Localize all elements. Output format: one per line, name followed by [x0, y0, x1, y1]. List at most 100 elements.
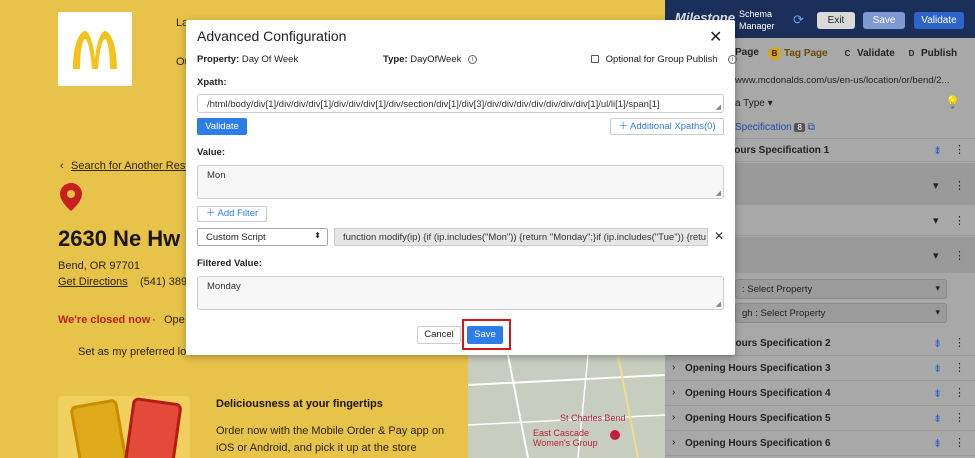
- validate-xpath-button[interactable]: Validate: [197, 118, 247, 135]
- more-options-icon[interactable]: ⋮: [954, 336, 965, 349]
- filtered-value-textarea[interactable]: Monday ◢: [197, 276, 724, 310]
- xpath-label: Xpath:: [197, 77, 227, 88]
- resize-handle-icon[interactable]: ◢: [716, 300, 721, 308]
- value-textarea[interactable]: Mon ◢: [197, 165, 724, 199]
- tab-page[interactable]: Page: [735, 47, 759, 58]
- add-item-icon[interactable]: ⇟: [933, 437, 942, 450]
- spec-row-label: Opening Hours Specification 5: [685, 413, 831, 424]
- exit-button[interactable]: Exit: [817, 12, 855, 29]
- remove-filter-icon[interactable]: ✕: [714, 229, 724, 243]
- select-property-dropdown[interactable]: : Select Property: [735, 279, 947, 299]
- brand-subtitle-line: Schema: [739, 9, 773, 19]
- spec-row[interactable]: › Opening Hours Specification 4 ⇟ ⋮: [665, 382, 975, 406]
- open-hours-text[interactable]: Ope: [164, 314, 185, 326]
- specification-tab[interactable]: Specification 8 ⧉: [735, 122, 815, 133]
- refresh-icon[interactable]: ⟳: [793, 12, 804, 28]
- resize-handle-icon[interactable]: ◢: [716, 103, 721, 111]
- xpath-input[interactable]: /html/body/div[1]/div/div/div[1]/div/div…: [197, 94, 724, 113]
- separator-dot: ·: [152, 314, 156, 326]
- mcdonalds-logo[interactable]: [58, 12, 132, 86]
- more-options-icon[interactable]: ⋮: [954, 411, 965, 424]
- spec-row[interactable]: › Opening Hours Specification 6 ⇟ ⋮: [665, 432, 975, 456]
- select-arrows-icon: ⬍: [314, 231, 321, 240]
- add-item-icon[interactable]: ⇟: [933, 337, 942, 350]
- info-icon[interactable]: i: [728, 54, 738, 64]
- value-text: Mon: [207, 170, 226, 181]
- optional-group-publish-label[interactable]: Optional for Group Publish: [606, 54, 718, 65]
- tab-tag-page[interactable]: B Tag Page: [768, 47, 828, 60]
- more-options-icon[interactable]: ⋮: [954, 249, 965, 262]
- phone-text[interactable]: (541) 389-: [140, 276, 191, 288]
- plus-icon: ＋: [618, 121, 628, 132]
- brand-subtitle: Schema Manager: [739, 8, 775, 32]
- more-options-icon[interactable]: ⋮: [954, 179, 965, 192]
- more-options-icon[interactable]: ⋮: [954, 214, 965, 227]
- save-button[interactable]: Save: [467, 326, 503, 344]
- resize-handle-icon[interactable]: ◢: [716, 189, 721, 197]
- header-save-button[interactable]: Save: [863, 12, 905, 29]
- search-another-link[interactable]: Search for Another Resta: [71, 160, 195, 172]
- spec-row[interactable]: › Opening Hours Specification 3 ⇟ ⋮: [665, 357, 975, 381]
- map-label: St Charles Bend: [560, 413, 626, 423]
- tab-validate[interactable]: C Validate: [841, 47, 895, 60]
- spec-row-label: Hours Specification 1: [727, 145, 830, 156]
- map[interactable]: St Charles Bend East Cascade Women's Gro…: [468, 355, 665, 458]
- filter-type-select[interactable]: Custom Script ⬍: [197, 228, 328, 246]
- more-options-icon[interactable]: ⋮: [954, 436, 965, 449]
- chevron-right-icon[interactable]: ›: [672, 437, 675, 448]
- tab-badge: C: [844, 49, 851, 58]
- add-item-icon[interactable]: ⇟: [933, 144, 942, 157]
- schema-type-select[interactable]: a Type ▾: [735, 98, 773, 109]
- select-property-text: gh : Select Property: [742, 308, 826, 319]
- close-icon[interactable]: ✕: [709, 27, 722, 47]
- type-value: DayOfWeek: [410, 54, 462, 65]
- property-label: Property:: [197, 54, 240, 65]
- add-item-icon[interactable]: ⇟: [933, 362, 942, 375]
- optional-group-publish: Optional for Group Publish i: [591, 54, 738, 65]
- optional-group-publish-checkbox[interactable]: [591, 55, 599, 64]
- chevron-right-icon[interactable]: ›: [672, 387, 675, 398]
- more-options-icon[interactable]: ⋮: [954, 361, 965, 374]
- map-label: Women's Group: [533, 438, 598, 448]
- external-link-icon[interactable]: ⧉: [808, 122, 815, 133]
- type-label: Type:: [383, 54, 408, 65]
- dialog-title: Advanced Configuration: [197, 28, 347, 44]
- spec-count-badge: 8: [794, 123, 805, 132]
- chevron-down-icon[interactable]: ▾: [933, 249, 939, 262]
- select-property-dropdown[interactable]: gh : Select Property: [735, 303, 947, 323]
- custom-script-input[interactable]: function modify(ip) {if (ip.includes("Mo…: [334, 228, 708, 246]
- chevron-right-icon[interactable]: ›: [672, 362, 675, 373]
- chevron-down-icon[interactable]: ▾: [933, 179, 939, 192]
- chevron-right-icon[interactable]: ›: [672, 412, 675, 423]
- tab-badge: B: [768, 47, 781, 60]
- tab-label: Page: [735, 47, 759, 58]
- add-filter-button[interactable]: ＋ Add Filter: [197, 206, 267, 222]
- closed-status: We're closed now: [58, 314, 151, 326]
- add-item-icon[interactable]: ⇟: [933, 387, 942, 400]
- tab-badge: D: [908, 49, 915, 58]
- plus-icon: ＋: [205, 208, 216, 219]
- header-validate-button[interactable]: Validate: [914, 12, 964, 29]
- spec-row[interactable]: › Opening Hours Specification 5 ⇟ ⋮: [665, 407, 975, 431]
- tab-publish[interactable]: D Publish: [905, 47, 958, 60]
- brand-subtitle-line: Manager: [739, 21, 775, 31]
- cancel-button[interactable]: Cancel: [417, 326, 461, 344]
- promo-body: Order now with the Mobile Order & Pay ap…: [216, 425, 445, 454]
- chevron-down-icon[interactable]: ▾: [933, 214, 939, 227]
- xpath-value: /html/body/div[1]/div/div/div[1]/div/div…: [207, 99, 660, 110]
- additional-xpaths-label: Additional Xpaths(0): [630, 121, 716, 132]
- advanced-configuration-dialog: Advanced Configuration ✕ Property: Day O…: [186, 20, 738, 355]
- preferred-location-text[interactable]: Set as my preferred loc: [78, 346, 192, 358]
- more-options-icon[interactable]: ⋮: [954, 143, 965, 156]
- back-chevron-icon: ‹: [60, 160, 64, 172]
- tab-label: Publish: [921, 48, 958, 59]
- bulb-icon[interactable]: 💡: [945, 95, 960, 109]
- info-icon[interactable]: i: [467, 54, 477, 64]
- get-directions-link[interactable]: Get Directions: [58, 276, 128, 288]
- add-item-icon[interactable]: ⇟: [933, 412, 942, 425]
- spec-row-label: Opening Hours Specification 3: [685, 363, 831, 374]
- additional-xpaths-button[interactable]: ＋ Additional Xpaths(0): [610, 118, 724, 135]
- select-property-text: : Select Property: [742, 284, 813, 295]
- more-options-icon[interactable]: ⋮: [954, 386, 965, 399]
- city-text: Bend, OR 97701: [58, 260, 140, 272]
